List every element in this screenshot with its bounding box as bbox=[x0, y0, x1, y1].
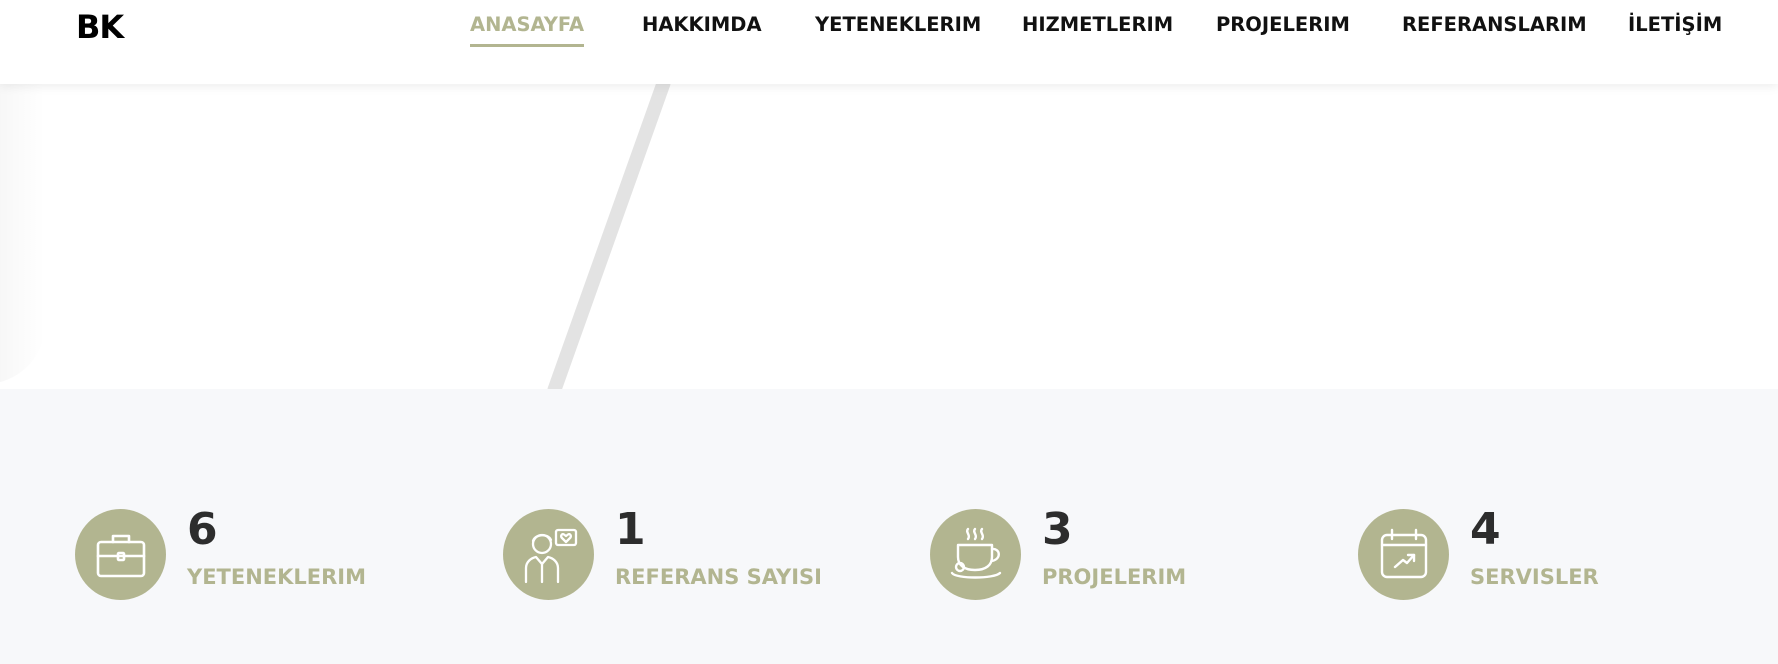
stat-icon-circle bbox=[1358, 509, 1449, 600]
stat-number: 4 bbox=[1470, 504, 1501, 555]
coffee-cup-icon bbox=[950, 527, 1001, 579]
stat-icon-circle bbox=[503, 509, 594, 600]
person-heart-icon bbox=[524, 528, 577, 583]
stats-section: 6 YETENEKLERIM 1 REFERANS SAYISI 3 PROJE… bbox=[0, 389, 1778, 664]
stat-label: YETENEKLERIM bbox=[187, 565, 367, 589]
stat-label: PROJELERIM bbox=[1042, 565, 1187, 589]
nav-item-iletisim[interactable]: İLETİŞİM bbox=[1628, 12, 1722, 52]
stat-icon-circle bbox=[75, 509, 166, 600]
nav-item-referanslarim[interactable]: REFERANSLARIM bbox=[1402, 12, 1587, 52]
stat-icon-circle bbox=[930, 509, 1021, 600]
stat-number: 3 bbox=[1042, 504, 1073, 555]
stat-label: REFERANS SAYISI bbox=[615, 565, 822, 589]
calendar-chart-icon bbox=[1380, 528, 1427, 578]
site-header: BK ANASAYFA HAKKIMDA YETENEKLERIM HIZMET… bbox=[0, 0, 1778, 84]
hero-section bbox=[0, 84, 1778, 389]
briefcase-icon bbox=[96, 534, 145, 577]
nav-item-yeteneklerim[interactable]: YETENEKLERIM bbox=[815, 12, 981, 52]
stat-number: 6 bbox=[187, 504, 218, 555]
hero-diagonal-line bbox=[547, 84, 671, 389]
nav-item-hakkimda[interactable]: HAKKIMDA bbox=[642, 12, 762, 52]
stat-label: SERVISLER bbox=[1470, 565, 1599, 589]
nav-item-hizmetlerim[interactable]: HIZMETLERIM bbox=[1022, 12, 1173, 52]
stat-number: 1 bbox=[615, 504, 646, 555]
main-nav: ANASAYFA HAKKIMDA YETENEKLERIM HIZMETLER… bbox=[0, 12, 1778, 52]
nav-item-projelerim[interactable]: PROJELERIM bbox=[1216, 12, 1350, 52]
nav-item-anasayfa[interactable]: ANASAYFA bbox=[470, 12, 585, 52]
